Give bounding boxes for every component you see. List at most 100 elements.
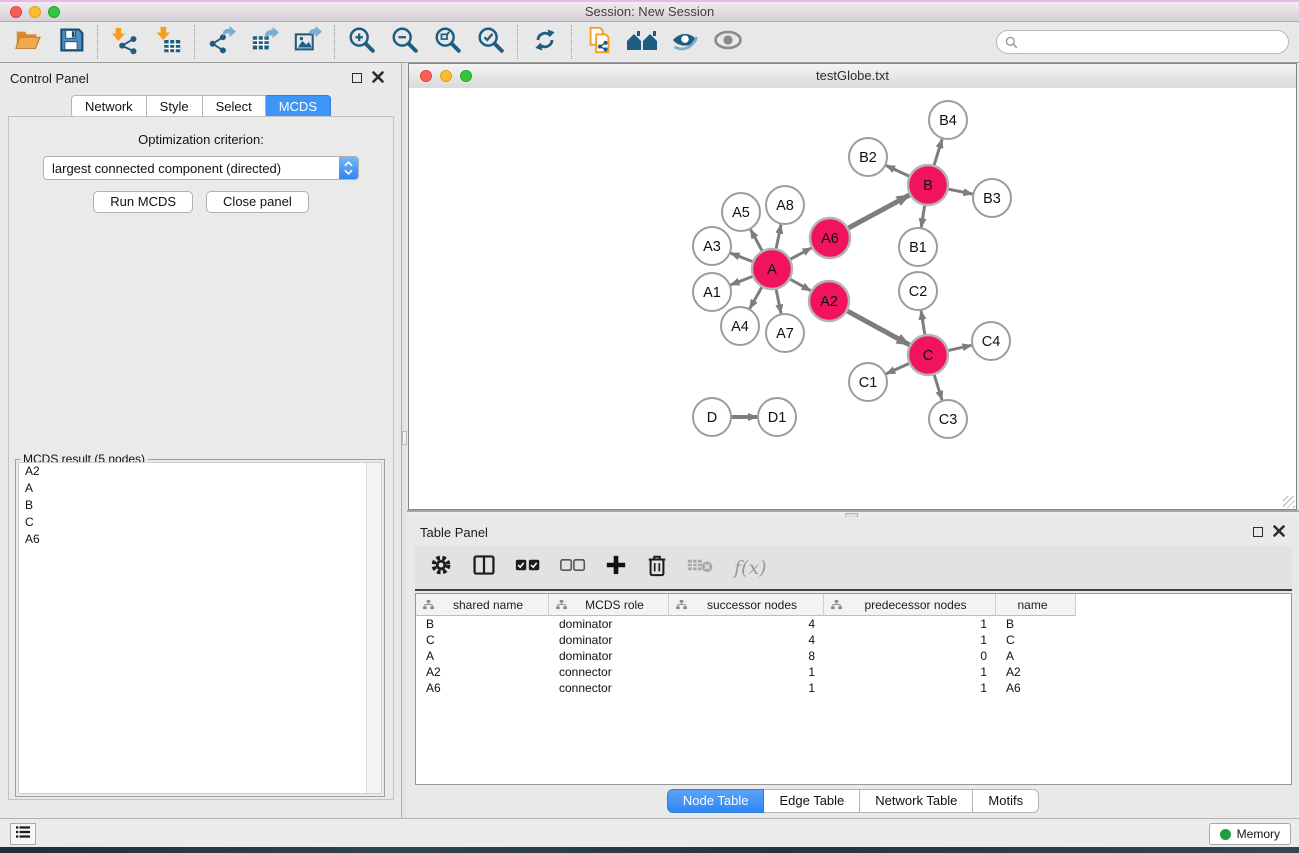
close-panel-button[interactable]: Close panel	[206, 191, 309, 213]
table-cell[interactable]: A2	[996, 664, 1076, 680]
mcds-result-item[interactable]: C	[19, 514, 381, 531]
mcds-result-item[interactable]: A6	[19, 531, 381, 548]
graph-edge-A-A3[interactable]	[731, 253, 753, 261]
table-cell[interactable]: A	[416, 648, 549, 664]
mcds-result-item[interactable]: A	[19, 480, 381, 497]
tab-network[interactable]: Network	[71, 95, 147, 118]
houses-button[interactable]	[620, 24, 663, 60]
graph-node-A[interactable]: A	[752, 249, 792, 289]
graph-edge-A-A1[interactable]	[731, 277, 753, 285]
table-cell[interactable]: dominator	[549, 648, 669, 664]
task-history-button[interactable]	[10, 823, 36, 845]
tab-style[interactable]: Style	[147, 95, 203, 118]
graph-edge-A-A6[interactable]	[791, 248, 812, 259]
network-graph[interactable]: A5A8A3A1A4A7AA6A2BB2B4B3B1CC2C4C1C3DD1	[409, 88, 1296, 509]
table-row[interactable]: Bdominator41B	[416, 616, 1291, 632]
refresh-button[interactable]	[523, 24, 566, 60]
graph-edge-C-C3[interactable]	[934, 375, 942, 400]
tab-edge-table[interactable]: Edge Table	[764, 789, 860, 813]
graph-edge-A-A8[interactable]	[776, 225, 781, 249]
duplicate-network-button[interactable]	[577, 24, 620, 60]
graph-edge-B-B2[interactable]	[886, 165, 909, 176]
mcds-result-item[interactable]: B	[19, 497, 381, 514]
table-mode-button[interactable]	[429, 553, 453, 582]
graph-edge-C-C4[interactable]	[948, 345, 971, 350]
table-row[interactable]: A6connector11A6	[416, 680, 1291, 696]
graph-node-B3[interactable]: B3	[973, 179, 1011, 217]
zoom-selected-button[interactable]	[469, 24, 512, 60]
table-cell[interactable]: dominator	[549, 616, 669, 632]
table-row[interactable]: Adominator80A	[416, 648, 1291, 664]
graph-node-C[interactable]: C	[908, 335, 948, 375]
import-table-button[interactable]	[146, 24, 189, 60]
network-canvas[interactable]: A5A8A3A1A4A7AA6A2BB2B4B3B1CC2C4C1C3DD1	[409, 88, 1296, 509]
graph-edge-A-A7[interactable]	[776, 290, 781, 314]
graph-node-A2[interactable]: A2	[809, 281, 849, 321]
table-cell[interactable]: A2	[416, 664, 549, 680]
tab-motifs[interactable]: Motifs	[973, 789, 1039, 813]
column-header-shared-name[interactable]: shared name	[416, 594, 549, 616]
table-cell[interactable]: 1	[824, 632, 996, 648]
graph-node-C3[interactable]: C3	[929, 400, 967, 438]
tab-node-table[interactable]: Node Table	[667, 789, 765, 813]
resize-grip-icon[interactable]	[1283, 496, 1295, 508]
graph-node-C2[interactable]: C2	[899, 272, 937, 310]
table-cell[interactable]: 8	[669, 648, 824, 664]
graph-edge-A-A5[interactable]	[751, 230, 762, 251]
table-cell[interactable]: 1	[669, 664, 824, 680]
show-graphics-details-button[interactable]	[706, 24, 749, 60]
table-cell[interactable]: dominator	[549, 632, 669, 648]
graph-edge-A6-B[interactable]	[848, 195, 909, 228]
graph-node-A6[interactable]: A6	[810, 218, 850, 258]
graph-node-D[interactable]: D	[693, 398, 731, 436]
float-panel-icon[interactable]	[1253, 527, 1263, 537]
search-input[interactable]	[1018, 34, 1288, 50]
graph-node-B4[interactable]: B4	[929, 101, 967, 139]
graph-node-A5[interactable]: A5	[722, 193, 760, 231]
zoom-out-button[interactable]	[383, 24, 426, 60]
table-cell[interactable]: 4	[669, 632, 824, 648]
table-cell[interactable]: C	[996, 632, 1076, 648]
network-window-titlebar[interactable]: testGlobe.txt	[409, 64, 1296, 89]
mcds-result-item[interactable]: A2	[19, 463, 381, 480]
graph-node-A8[interactable]: A8	[766, 186, 804, 224]
graph-node-A1[interactable]: A1	[693, 273, 731, 311]
graph-node-C4[interactable]: C4	[972, 322, 1010, 360]
table-cell[interactable]: 1	[824, 664, 996, 680]
open-session-button[interactable]	[6, 24, 49, 60]
graph-node-B2[interactable]: B2	[849, 138, 887, 176]
table-row[interactable]: A2connector11A2	[416, 664, 1291, 680]
criterion-dropdown[interactable]: largest connected component (directed)	[43, 156, 359, 180]
float-panel-icon[interactable]	[352, 73, 362, 83]
graph-node-B1[interactable]: B1	[899, 228, 937, 266]
close-panel-icon[interactable]	[372, 70, 384, 88]
graph-edge-C-C2[interactable]	[921, 311, 925, 334]
graph-edge-C-C1[interactable]	[886, 364, 909, 374]
graph-node-D1[interactable]: D1	[758, 398, 796, 436]
graph-edge-B-B3[interactable]	[949, 189, 973, 194]
graph-edge-B-B1[interactable]	[921, 206, 924, 228]
export-image-button[interactable]	[286, 24, 329, 60]
graph-node-A3[interactable]: A3	[693, 227, 731, 265]
graph-node-A7[interactable]: A7	[766, 314, 804, 352]
show-columns-button[interactable]	[472, 553, 496, 582]
search-box[interactable]	[996, 30, 1289, 54]
hide-graphics-details-button[interactable]	[663, 24, 706, 60]
memory-button[interactable]: Memory	[1209, 823, 1291, 845]
splitter-grip[interactable]	[402, 431, 407, 445]
zoom-in-button[interactable]	[340, 24, 383, 60]
close-panel-icon[interactable]	[1273, 524, 1285, 542]
table-row[interactable]: Cdominator41C	[416, 632, 1291, 648]
graph-node-B[interactable]: B	[908, 165, 948, 205]
graph-edge-A-A2[interactable]	[790, 279, 810, 290]
import-network-button[interactable]	[103, 24, 146, 60]
tab-network-table[interactable]: Network Table	[860, 789, 973, 813]
delete-columns-button[interactable]	[646, 553, 668, 582]
graph-edge-B-B4[interactable]	[934, 139, 942, 165]
delete-table-button[interactable]	[687, 556, 715, 579]
table-cell[interactable]: A6	[416, 680, 549, 696]
table-cell[interactable]: 1	[824, 680, 996, 696]
graph-edge-A-A4[interactable]	[750, 287, 762, 308]
table-cell[interactable]: B	[996, 616, 1076, 632]
scrollbar-track[interactable]	[366, 463, 381, 793]
